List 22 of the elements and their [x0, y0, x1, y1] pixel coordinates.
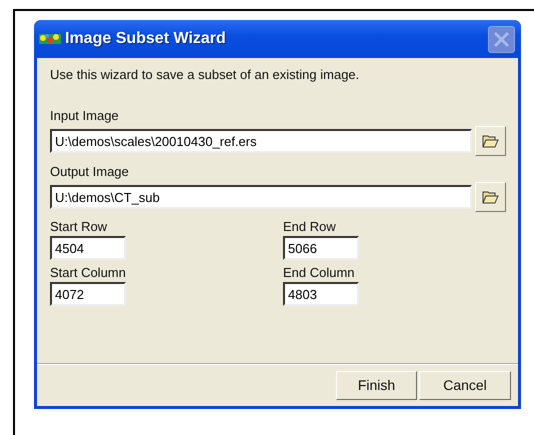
field-label: End Column: [283, 265, 356, 280]
field-label: Output Image: [50, 164, 130, 179]
browse-button[interactable]: [475, 182, 506, 212]
number-field[interactable]: 5066: [283, 236, 359, 260]
number-field[interactable]: 4504: [50, 236, 126, 260]
close-icon: [492, 30, 511, 48]
app-icon: [39, 32, 61, 46]
dialog-button[interactable]: Finish: [336, 370, 417, 400]
folder-open-icon: [482, 190, 499, 204]
dialog-button[interactable]: Cancel: [419, 370, 511, 400]
folder-open-icon: [482, 134, 499, 148]
file-path-field[interactable]: U:\demos\CT_sub: [50, 185, 472, 209]
number-field[interactable]: 4803: [283, 282, 359, 306]
description-text: Use this wizard to save a subset of an existing image.: [50, 67, 360, 82]
window-title: Image Subset Wizard: [65, 30, 227, 48]
field-label: Start Column: [50, 265, 127, 280]
number-field[interactable]: 4072: [50, 282, 126, 306]
browse-button[interactable]: [475, 126, 506, 156]
field-label: Input Image: [50, 108, 120, 123]
field-label: Start Row: [50, 219, 108, 234]
field-label: End Row: [283, 219, 337, 234]
file-path-field[interactable]: U:\demos\scales\20010430_ref.ers: [50, 129, 472, 153]
